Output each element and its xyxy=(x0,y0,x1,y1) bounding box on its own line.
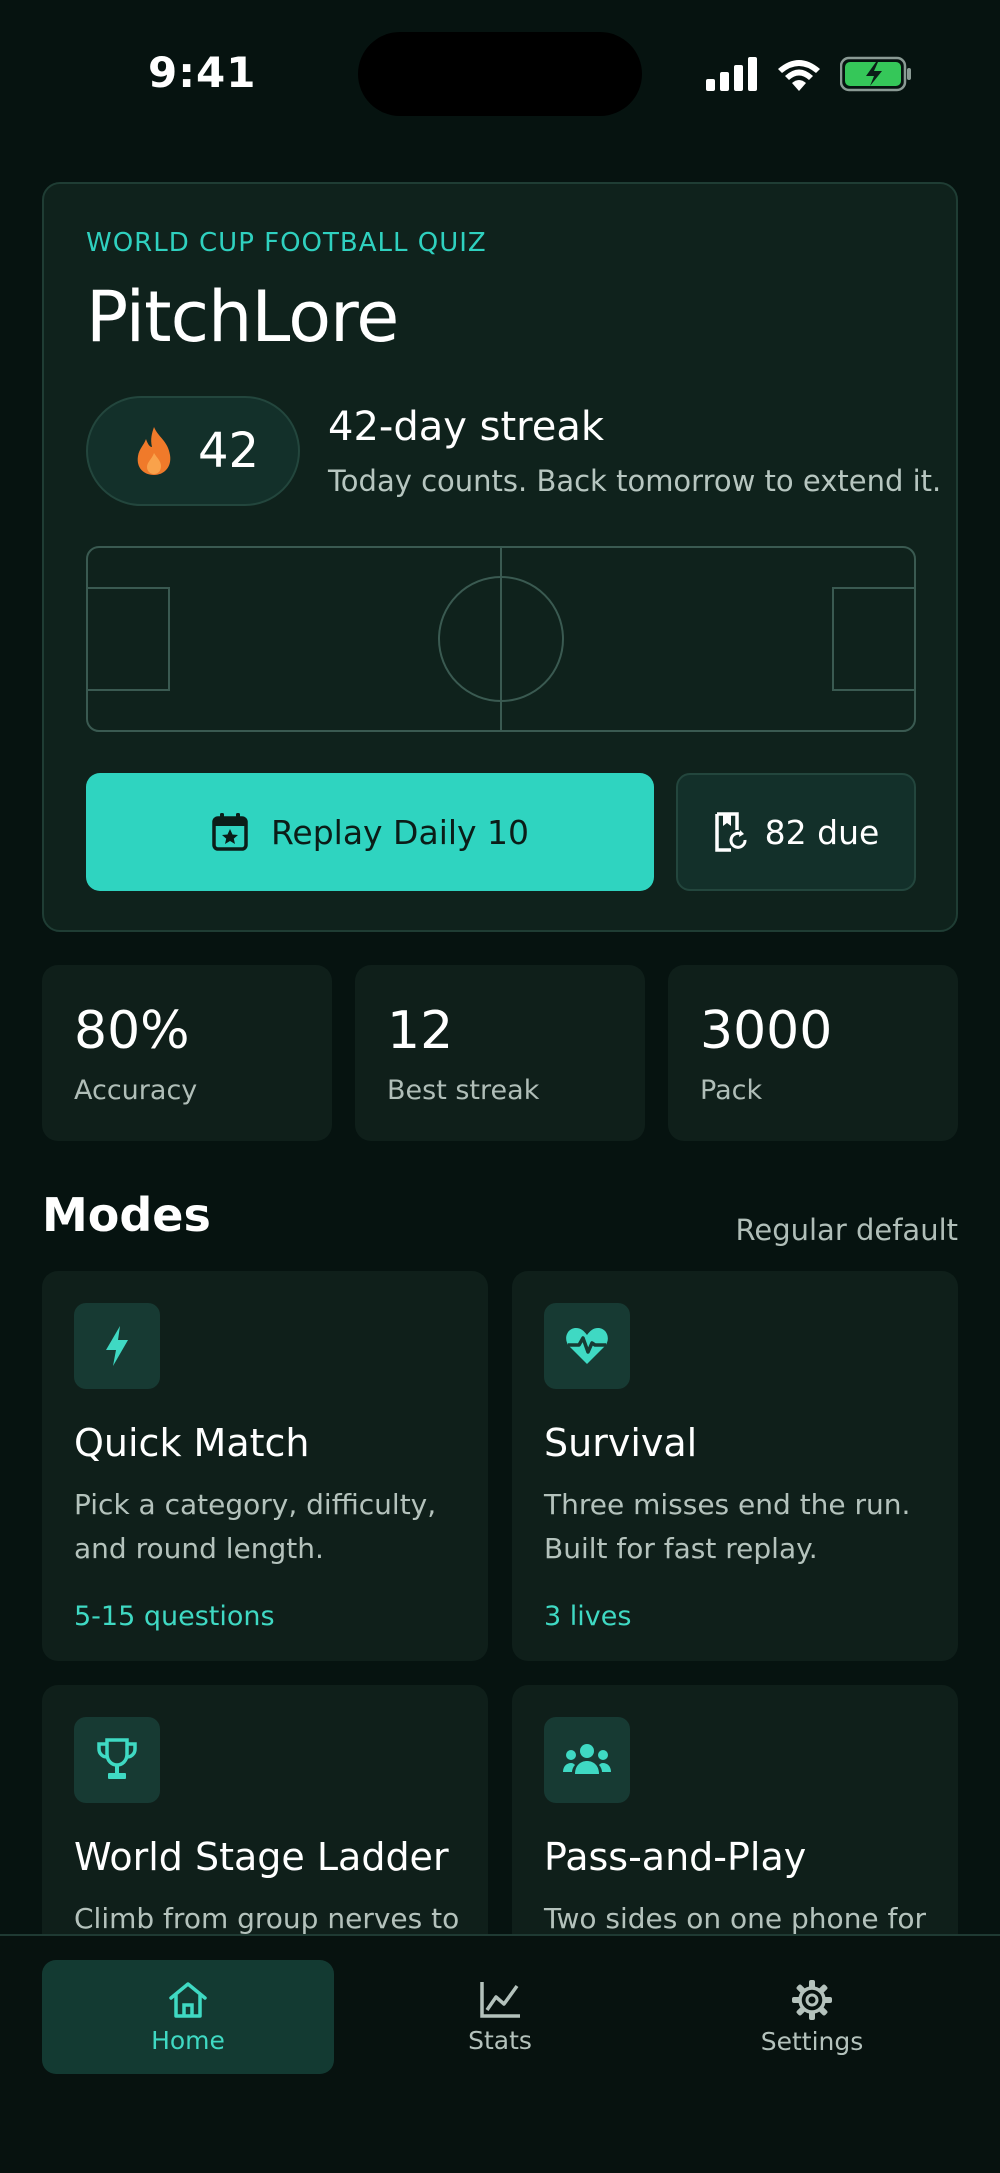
mode-name: Pass-and-Play xyxy=(544,1835,807,1879)
replay-daily-label: Replay Daily 10 xyxy=(270,812,530,852)
stat-tile-pack: 3000 Pack xyxy=(668,965,958,1141)
mode-name: World Stage Ladder xyxy=(74,1835,449,1879)
streak-title: 42-day streak xyxy=(328,404,604,450)
mode-tag: 5-15 questions xyxy=(74,1601,275,1632)
mode-name: Quick Match xyxy=(74,1421,310,1465)
hero-card: WORLD CUP FOOTBALL QUIZ PitchLore 42 42-… xyxy=(42,182,958,932)
chart-icon xyxy=(480,1981,520,2018)
review-due-label: 82 due xyxy=(764,812,880,852)
streak-pill: 42 xyxy=(86,396,300,506)
tab-label: Settings xyxy=(760,2026,864,2056)
app-eyebrow: WORLD CUP FOOTBALL QUIZ xyxy=(86,228,487,258)
stat-tile-accuracy: 80% Accuracy xyxy=(42,965,332,1141)
app-title: PitchLore xyxy=(86,276,399,358)
tab-label: Stats xyxy=(468,2025,532,2055)
tab-stats[interactable]: Stats xyxy=(354,1960,646,2074)
tab-label: Home xyxy=(151,2025,225,2055)
home-icon xyxy=(169,1981,207,2018)
wifi-icon xyxy=(778,60,820,91)
replay-daily-button[interactable]: Replay Daily 10 xyxy=(86,773,654,891)
review-due-button[interactable]: 82 due xyxy=(676,773,916,891)
mode-card-quick-match[interactable]: Quick Match Pick a category, difficulty,… xyxy=(42,1271,488,1661)
tab-home[interactable]: Home xyxy=(42,1960,334,2074)
people-icon xyxy=(544,1717,630,1803)
stat-tile-best-streak: 12 Best streak xyxy=(355,965,645,1141)
mode-name: Survival xyxy=(544,1421,698,1465)
pitch-illustration xyxy=(86,546,916,732)
gear-icon xyxy=(792,1979,832,2020)
signal-icon xyxy=(706,57,757,91)
modes-heading: Modes xyxy=(42,1188,211,1242)
bolt-icon xyxy=(74,1303,160,1389)
status-icons xyxy=(706,50,912,98)
mode-card-survival[interactable]: Survival Three misses end the run. Built… xyxy=(512,1271,958,1661)
tab-settings[interactable]: Settings xyxy=(666,1960,958,2074)
status-bar: 9:41 xyxy=(0,0,1000,150)
dynamic-island xyxy=(358,32,642,116)
flame-icon xyxy=(137,427,171,475)
stat-label: Accuracy xyxy=(74,1075,198,1106)
stat-value: 3000 xyxy=(700,1001,833,1061)
stat-label: Pack xyxy=(700,1075,763,1106)
streak-count: 42 xyxy=(198,423,260,479)
streak-subtitle: Today counts. Back tomorrow to extend it… xyxy=(328,464,942,498)
status-time: 9:41 xyxy=(148,48,257,97)
stat-value: 12 xyxy=(387,1001,454,1061)
mode-description: Pick a category, difficulty, and round l… xyxy=(74,1488,437,1565)
stat-value: 80% xyxy=(74,1001,190,1061)
stat-label: Best streak xyxy=(387,1075,540,1106)
tab-bar: Home Stats Settings xyxy=(0,1934,1000,2173)
heart-pulse-icon xyxy=(544,1303,630,1389)
modes-default-label: Regular default xyxy=(735,1213,958,1247)
battery-charging-icon xyxy=(840,56,911,92)
flashcard-refresh-icon xyxy=(714,812,747,852)
trophy-icon xyxy=(74,1717,160,1803)
mode-description: Three misses end the run. Built for fast… xyxy=(544,1488,911,1565)
mode-tag: 3 lives xyxy=(544,1601,632,1632)
calendar-star-icon xyxy=(212,813,248,851)
